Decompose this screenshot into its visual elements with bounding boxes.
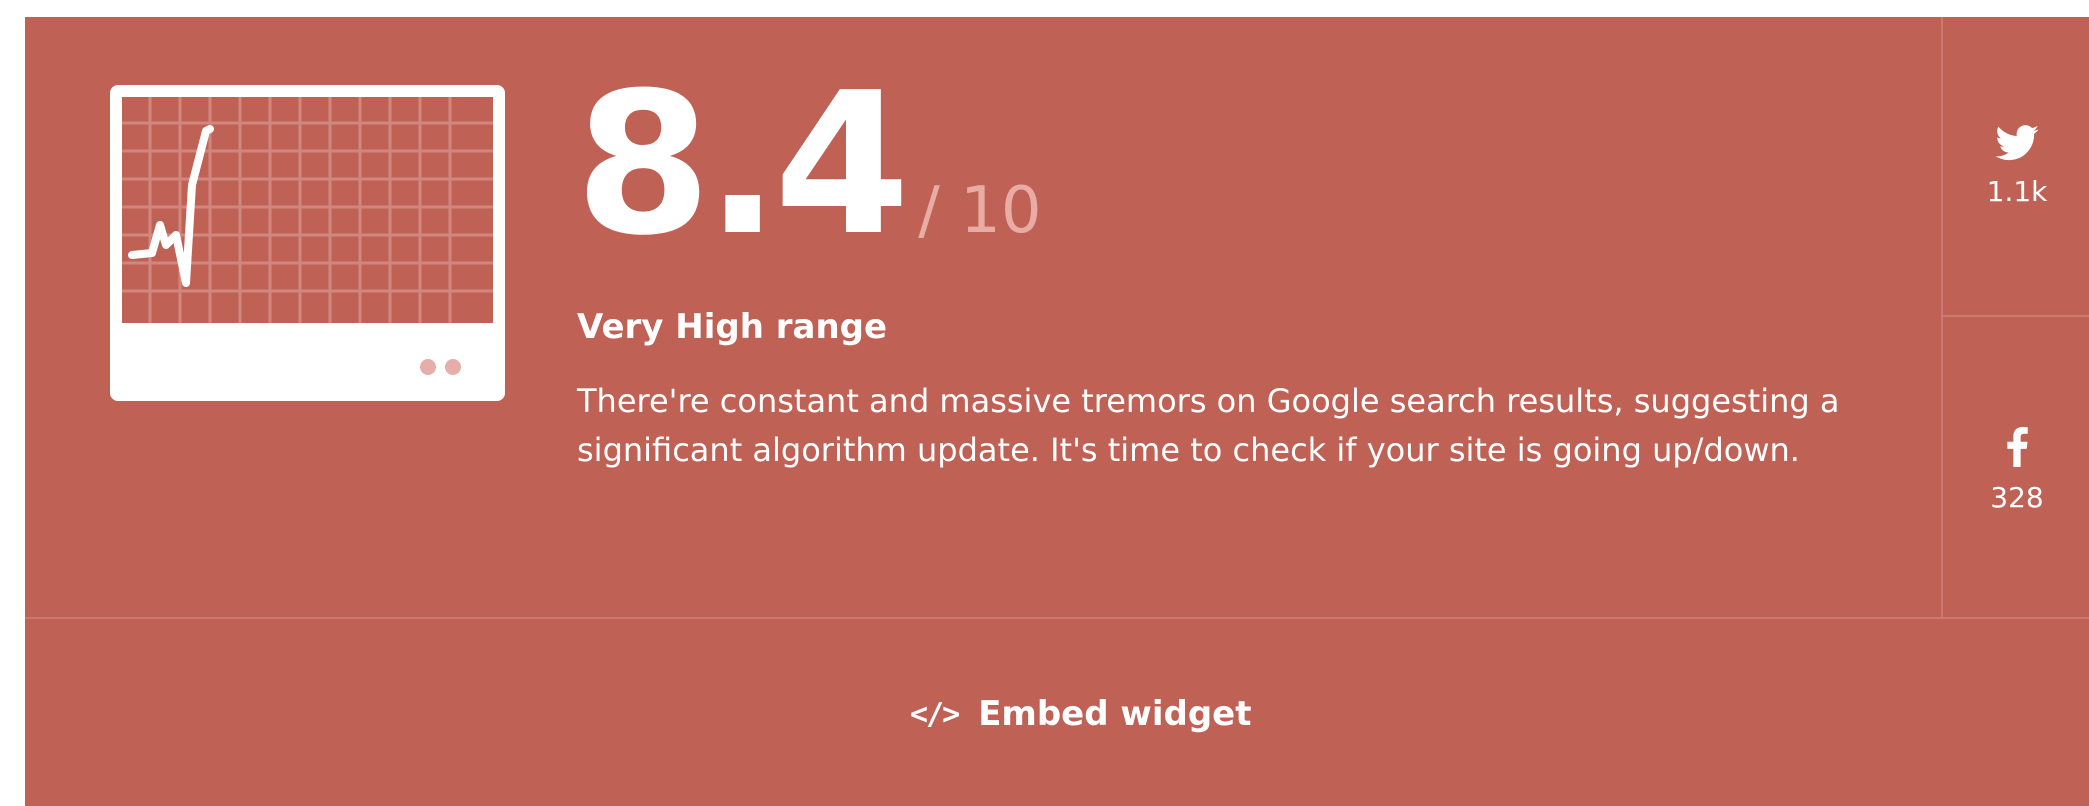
code-icon: </> — [910, 696, 960, 732]
twitter-count: 1.1k — [1986, 175, 2048, 208]
share-column: 1.1k 328 — [1941, 17, 2089, 617]
score-description: There're constant and massive tremors on… — [577, 382, 1840, 469]
embed-widget-label: Embed widget — [978, 694, 1252, 734]
facebook-share-button[interactable]: 328 — [1943, 317, 2089, 617]
facebook-icon — [2007, 427, 2028, 467]
sensor-widget: 8.4 / 10 Very High range There're consta… — [25, 17, 2089, 806]
twitter-share-button[interactable]: 1.1k — [1943, 17, 2089, 317]
monitor-icon — [110, 85, 505, 401]
widget-footer: </> Embed widget — [25, 617, 2089, 806]
score-max: / 10 — [918, 174, 1042, 248]
score-value: 8.4 — [575, 51, 910, 279]
range-label: Very High range — [577, 307, 888, 347]
twitter-icon — [1995, 125, 2039, 161]
score-row: 8.4 / 10 — [575, 67, 1042, 287]
facebook-count: 328 — [1990, 481, 2044, 514]
score-panel: 8.4 / 10 Very High range There're consta… — [25, 17, 1941, 617]
embed-widget-button[interactable]: </> Embed widget — [910, 694, 1251, 734]
